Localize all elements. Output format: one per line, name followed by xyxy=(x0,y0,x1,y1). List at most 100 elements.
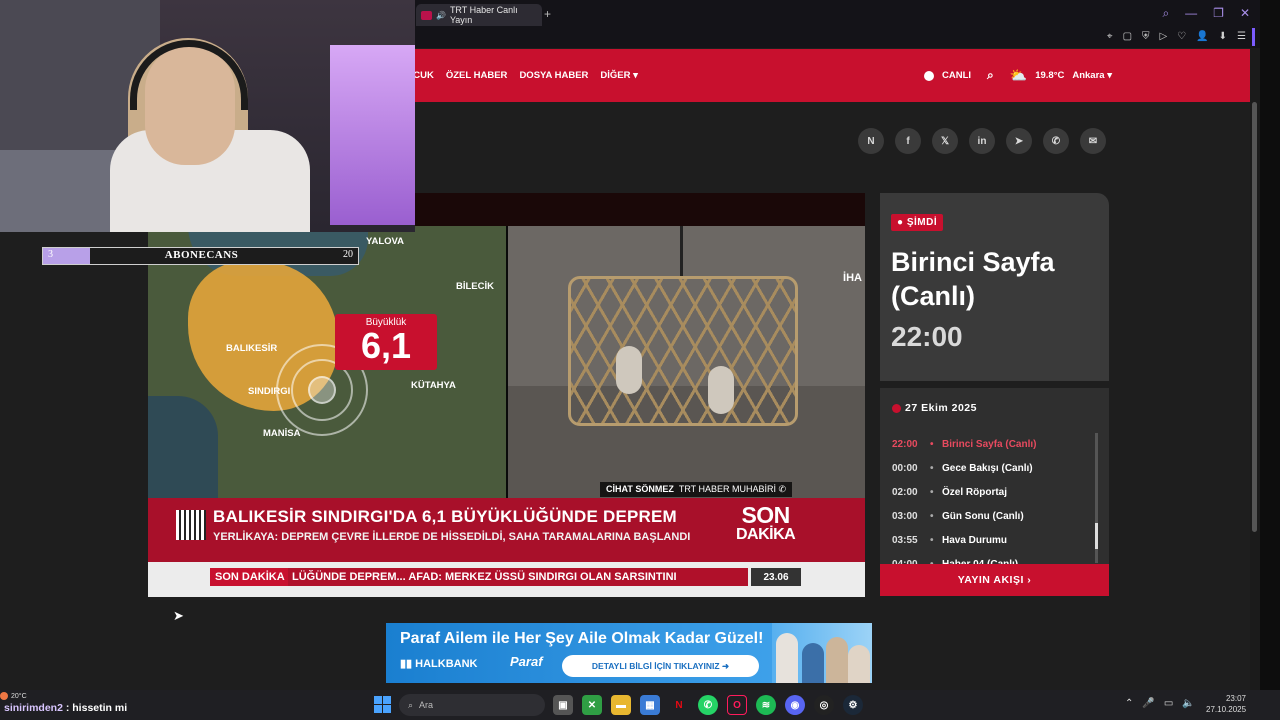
nav-link-ozel-haber[interactable]: ÖZEL HABER xyxy=(446,70,508,81)
network-icon[interactable]: ▭ xyxy=(1164,698,1173,709)
taskbar-search[interactable]: ⌕ Ara xyxy=(399,694,545,716)
schedule-item[interactable]: 03:00 • Gün Sonu (Canlı) xyxy=(892,504,1092,528)
search-icon: ⌕ xyxy=(408,699,414,710)
trt-favicon-icon xyxy=(421,10,432,20)
snapshot-icon[interactable]: ▢ xyxy=(1123,31,1132,42)
schedule-item[interactable]: 22:00 • Birinci Sayfa (Canlı) xyxy=(892,432,1092,456)
ticker-time: 23.06 xyxy=(751,568,801,586)
streamer-webcam xyxy=(0,0,415,232)
magnitude-box: Büyüklük 6,1 xyxy=(335,314,437,370)
xbox-icon[interactable]: ✕ xyxy=(582,695,602,715)
schedule-scroll-thumb[interactable] xyxy=(1095,523,1098,549)
steam-icon[interactable]: ⚙ xyxy=(843,695,863,715)
whatsapp-icon[interactable]: ✆ xyxy=(1043,128,1069,154)
weather-temp: 20°C xyxy=(11,692,27,700)
now-playing-title: Birinci Sayfa (Canlı) xyxy=(891,247,1055,311)
page-scrollbar[interactable] xyxy=(1250,48,1260,690)
linkedin-icon[interactable]: in xyxy=(969,128,995,154)
store-icon[interactable]: ▦ xyxy=(640,695,660,715)
schedule-scrollbar[interactable] xyxy=(1095,433,1098,563)
spotify-icon[interactable]: ≋ xyxy=(756,695,776,715)
browser-tab[interactable]: 🔊 TRT Haber Canlı Yayın xyxy=(416,4,542,26)
minimize-button[interactable]: — xyxy=(1185,6,1197,21)
search-icon[interactable]: ⌕ xyxy=(987,68,994,83)
schedule-date-text: 27 Ekim 2025 xyxy=(905,402,977,414)
windows-start-icon[interactable] xyxy=(374,696,391,713)
bullet: • xyxy=(930,510,934,522)
mouse-cursor-icon: ➤ xyxy=(173,608,184,623)
reporter-name: CİHAT SÖNMEZ xyxy=(606,484,674,494)
whatsapp-icon[interactable]: ✆ xyxy=(698,695,718,715)
clock-time: 23:07 xyxy=(1225,694,1246,703)
profile-icon[interactable]: 👤 xyxy=(1196,31,1208,42)
page-scroll-thumb[interactable] xyxy=(1252,102,1257,532)
lamp-bulb xyxy=(616,346,642,394)
schedule-item[interactable]: 03:55 • Hava Durumu xyxy=(892,528,1092,552)
reporter-caption: CİHAT SÖNMEZ TRT HABER MUHABİRİ ✆ xyxy=(600,482,793,497)
schedule-button[interactable]: YAYIN AKIŞI › xyxy=(880,564,1109,596)
schedule-time: 03:00 xyxy=(892,510,918,522)
lamp-cord xyxy=(680,226,683,278)
close-button[interactable]: ✕ xyxy=(1240,6,1250,21)
windows-taskbar: ⌕ Ara ▣ ✕ ▬ ▦ N ✆ O ≋ ◉ ◎ ⚙ ⌃ 🎤 ▭ 🔈 23:0… xyxy=(0,690,1280,720)
ad-title: Paraf Ailem ile Her Şey Aile Olmak Kadar… xyxy=(400,630,764,647)
heart-icon[interactable]: ♡ xyxy=(1177,31,1186,42)
new-tab-button[interactable]: + xyxy=(544,7,551,21)
file-explorer-icon[interactable]: ▬ xyxy=(611,695,631,715)
netflix-icon[interactable]: N xyxy=(669,695,689,715)
x-twitter-icon[interactable]: 𝕏 xyxy=(932,128,958,154)
download-icon[interactable]: ⬇ xyxy=(1219,31,1227,42)
ad-cta-button[interactable]: DETAYLI BİLGİ İÇİN TIKLAYINIZ ➜ xyxy=(562,655,759,677)
now-badge: ● ŞİMDİ xyxy=(891,214,944,231)
subscriber-goal-bar: 3 ABONECANS 20 xyxy=(42,247,359,265)
phone-icon: ✆ xyxy=(778,484,787,494)
subscriber-goal-target: 20 xyxy=(343,249,353,260)
taskbar-clock[interactable]: 23:07 27.10.2025 xyxy=(1206,693,1246,715)
news-share-icon[interactable]: N xyxy=(858,128,884,154)
date-dot-icon xyxy=(892,403,901,413)
email-icon[interactable]: ✉ xyxy=(1080,128,1106,154)
bullet: • xyxy=(930,462,934,474)
webcam-bed xyxy=(0,150,120,232)
ticker-text: LÜĞÜNDE DEPREM... AFAD: MERKEZ ÜSSÜ SIND… xyxy=(288,568,748,586)
menu-icon[interactable]: ☰ xyxy=(1237,31,1246,42)
swinging-lamp xyxy=(568,276,798,426)
microphone-icon[interactable]: 🎤 xyxy=(1142,698,1154,709)
facebook-icon[interactable]: f xyxy=(895,128,921,154)
play-icon[interactable]: ▷ xyxy=(1160,31,1168,42)
maximize-button[interactable]: ❐ xyxy=(1213,6,1224,21)
bullet: • xyxy=(930,438,934,450)
pin-icon[interactable]: ⌖ xyxy=(1107,31,1113,42)
camera-feed: İHA xyxy=(508,226,865,498)
task-view-icon[interactable]: ▣ xyxy=(553,695,573,715)
subscriber-goal-label: ABONECANS xyxy=(164,249,239,261)
city-selector[interactable]: Ankara ▾ xyxy=(1072,70,1112,81)
shield-icon[interactable]: ⛨ xyxy=(1142,31,1150,42)
obs-icon[interactable]: ◎ xyxy=(814,695,834,715)
taskbar-weather[interactable]: 20°C xyxy=(0,692,27,700)
news-headline: BALIKESİR SINDIRGI'DA 6,1 BÜYÜKLÜĞÜNDE D… xyxy=(213,507,677,526)
speaker-icon[interactable]: 🔊 xyxy=(436,11,446,20)
chevron-up-icon[interactable]: ⌃ xyxy=(1125,698,1133,709)
lamp-bulb xyxy=(708,366,734,414)
ad-bank-logo: ▮▮ HALKBANK xyxy=(400,658,478,670)
schedule-item[interactable]: 00:00 • Gece Bakışı (Canlı) xyxy=(892,456,1092,480)
advertisement-banner[interactable]: Paraf Ailem ile Her Şey Aile Olmak Kadar… xyxy=(386,623,872,683)
nav-link-dosya-haber[interactable]: DOSYA HABER xyxy=(519,70,588,81)
telegram-icon[interactable]: ➤ xyxy=(1006,128,1032,154)
live-button[interactable]: CANLI xyxy=(942,70,971,81)
partly-sunny-icon: ⛅ xyxy=(1009,67,1028,83)
now-playing-card: ● ŞİMDİ Birinci Sayfa (Canlı) 22:00 xyxy=(880,193,1109,381)
map-label-bilecik: BİLECİK xyxy=(456,281,494,292)
discord-icon[interactable]: ◉ xyxy=(785,695,805,715)
volume-icon[interactable]: 🔈 xyxy=(1182,698,1194,709)
nav-link-diger[interactable]: DİĞER ▾ xyxy=(600,70,638,81)
earthquake-map: YALOVA BİLECİK BALIKESİR SINDIRGI KÜTAHY… xyxy=(148,226,506,498)
map-sea-west xyxy=(148,396,218,498)
opera-gx-icon[interactable]: O xyxy=(727,695,747,715)
bullet: • xyxy=(930,486,934,498)
now-playing-time: 22:00 xyxy=(891,321,963,352)
search-tabs-icon[interactable]: ⌕ xyxy=(1162,6,1169,21)
schedule-item[interactable]: 02:00 • Özel Röportaj xyxy=(892,480,1092,504)
stream-chat-message: sinirimden2 : hissetin mi xyxy=(4,702,127,714)
